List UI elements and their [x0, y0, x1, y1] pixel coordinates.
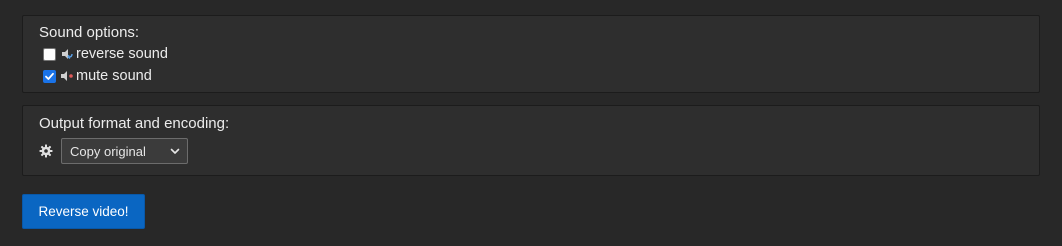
mute-sound-icon [60, 69, 74, 83]
mute-sound-option[interactable]: mute sound [43, 66, 152, 86]
chevron-down-icon [169, 145, 181, 157]
reverse-sound-checkbox[interactable] [43, 47, 56, 61]
output-format-selected-value: Copy original [70, 143, 146, 159]
mute-sound-checkbox[interactable] [43, 69, 56, 83]
output-format-title: Output format and encoding: [39, 115, 230, 132]
reverse-sound-label: reverse sound [76, 46, 168, 62]
reverse-sound-icon [60, 47, 74, 61]
sound-options-panel: Sound options: reverse sound mute sound [22, 15, 1040, 93]
reverse-sound-option[interactable]: reverse sound [43, 44, 168, 64]
output-format-select[interactable]: Copy original [61, 138, 188, 164]
output-format-panel: Output format and encoding: Copy origina… [22, 105, 1040, 176]
reverse-video-button[interactable]: Reverse video! [22, 194, 145, 229]
mute-sound-label: mute sound [76, 68, 152, 84]
checkmark-icon [45, 72, 54, 80]
gear-icon [39, 144, 53, 158]
sound-options-title: Sound options: [39, 24, 140, 41]
